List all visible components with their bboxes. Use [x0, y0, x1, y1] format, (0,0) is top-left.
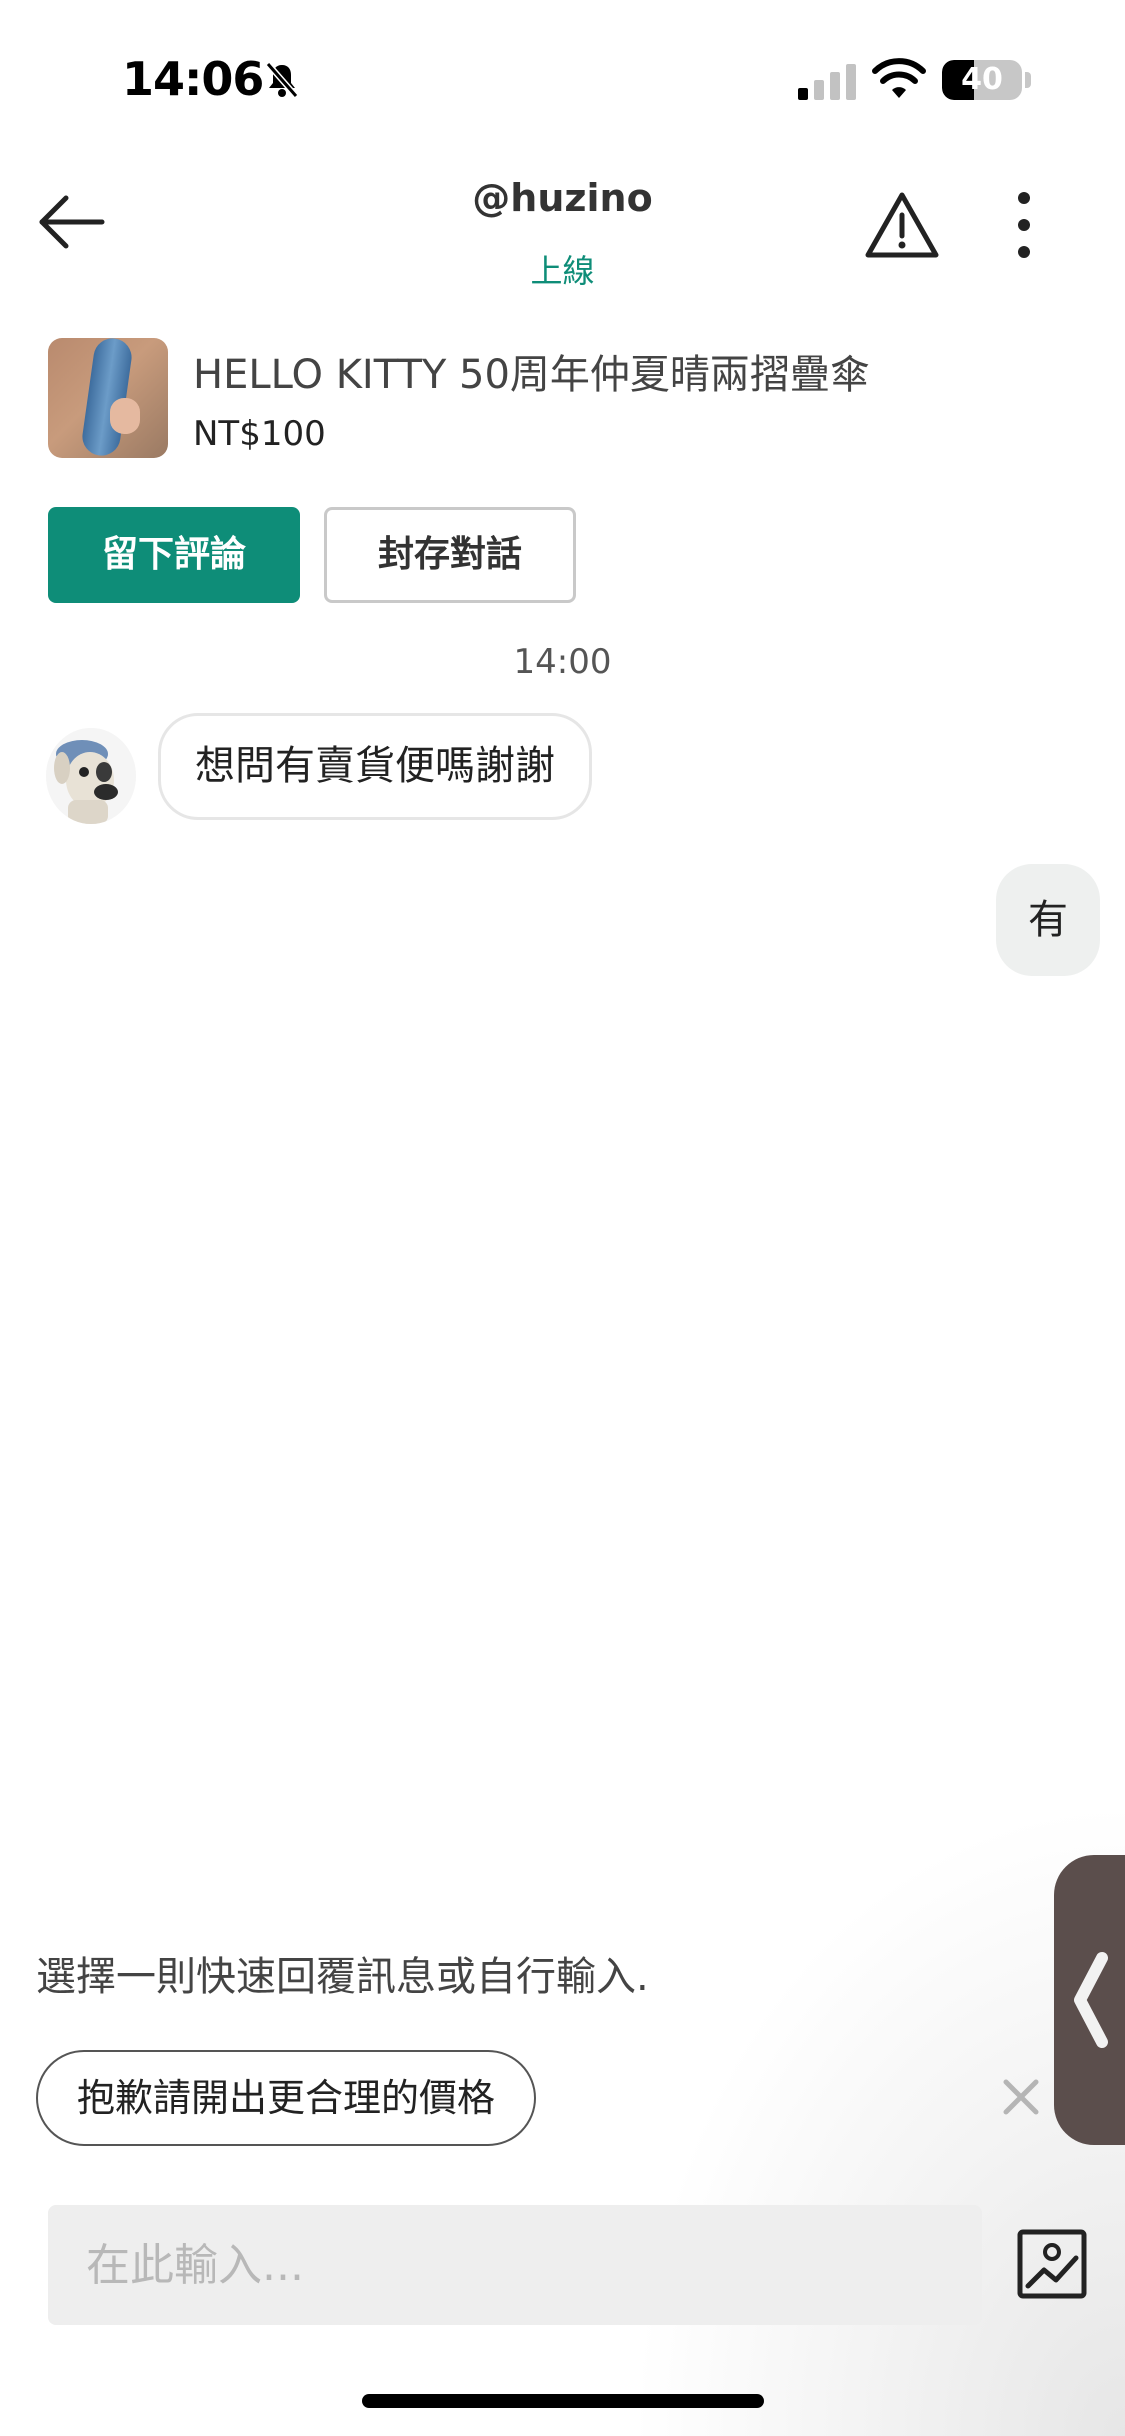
quick-reply-chip[interactable]: 抱歉請開出更合理的價格 [36, 2050, 536, 2146]
battery-cap [1025, 72, 1031, 88]
cellular-signal-icon [798, 64, 856, 100]
bell-slash-icon [265, 62, 299, 98]
avatar[interactable] [46, 728, 136, 824]
online-status: 上線 [530, 252, 595, 290]
hand-image [110, 398, 140, 434]
product-title: HELLO KITTY 50周年仲夏晴兩摺疊傘 [193, 352, 870, 398]
status-bar: 14:06 40 [0, 0, 1125, 150]
archive-chat-button[interactable]: 封存對話 [324, 507, 576, 603]
chat-partner-name[interactable]: @huzino [0, 176, 1125, 220]
dog-figure-icon [46, 728, 136, 824]
image-upload-icon[interactable] [1016, 2228, 1088, 2300]
home-indicator [362, 2394, 764, 2408]
chevron-left-icon[interactable] [1068, 1950, 1112, 2050]
quick-reply-hint: 選擇一則快速回覆訊息或自行輸入. [36, 1954, 649, 2000]
product-price: NT$100 [193, 414, 326, 454]
leave-review-button[interactable]: 留下評論 [48, 507, 300, 603]
message-timestamp: 14:00 [513, 642, 612, 682]
product-thumbnail[interactable] [48, 338, 168, 458]
status-time: 14:06 [122, 52, 264, 106]
warning-triangle-icon[interactable] [864, 190, 940, 260]
incoming-message-bubble: 想問有賣貨便嗎謝謝 [158, 713, 592, 820]
close-icon[interactable] [1000, 2076, 1042, 2118]
message-input[interactable] [48, 2205, 982, 2325]
product-card[interactable]: HELLO KITTY 50周年仲夏晴兩摺疊傘 NT$100 [48, 338, 1088, 460]
outgoing-message-bubble: 有 [996, 864, 1100, 976]
wifi-icon [872, 58, 926, 98]
battery-indicator: 40 [942, 60, 1022, 100]
more-vertical-icon[interactable] [1010, 190, 1038, 260]
battery-level: 40 [961, 62, 1003, 97]
chat-header: @huzino 上線 [0, 160, 1125, 300]
